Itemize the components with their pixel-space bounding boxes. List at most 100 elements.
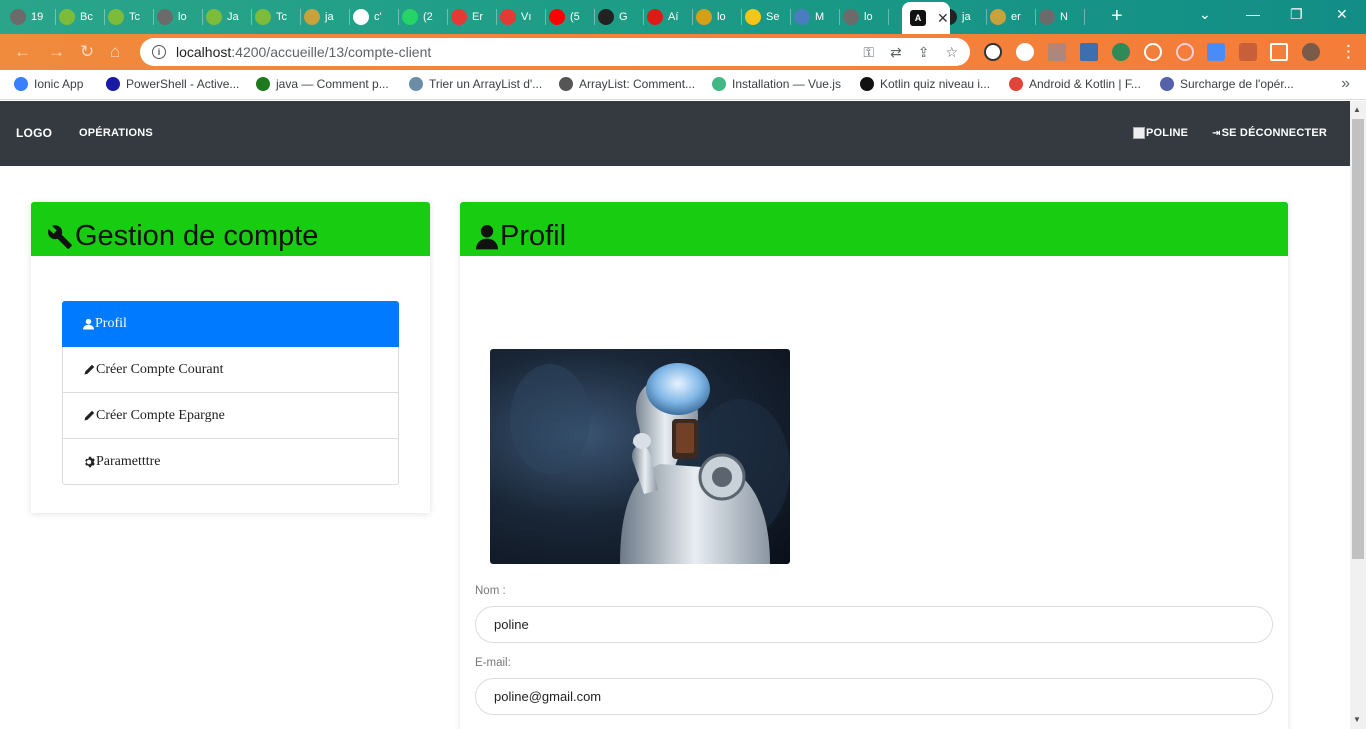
tab-separator bbox=[153, 9, 154, 25]
close-tab-icon[interactable]: ✕ bbox=[937, 10, 949, 27]
user-link[interactable]: POLINE bbox=[1133, 127, 1188, 139]
menu-dots-icon[interactable]: ⋮ bbox=[1340, 42, 1357, 62]
bookmark-item[interactable]: Installation — Vue.js bbox=[712, 77, 841, 91]
scrollbar-thumb[interactable] bbox=[1352, 119, 1364, 559]
name-input[interactable] bbox=[475, 606, 1273, 643]
extension-icon[interactable] bbox=[1080, 43, 1098, 61]
forward-icon[interactable]: → bbox=[48, 42, 65, 62]
tab-search-icon[interactable]: ⌄ bbox=[1199, 6, 1211, 23]
browser-tab[interactable]: ja bbox=[304, 4, 347, 30]
browser-tab[interactable]: N bbox=[1039, 4, 1082, 30]
browser-tab[interactable]: lo bbox=[157, 4, 200, 30]
tab-favicon-icon bbox=[59, 9, 75, 25]
tab-separator bbox=[594, 9, 595, 25]
google-translate-icon[interactable] bbox=[1207, 43, 1225, 61]
close-window-button[interactable]: ✕ bbox=[1336, 6, 1348, 23]
browser-tab[interactable]: Vı bbox=[500, 4, 543, 30]
browser-tab[interactable]: Bc bbox=[59, 4, 102, 30]
extension-icon[interactable] bbox=[1112, 43, 1130, 61]
logo-link[interactable]: LOGO bbox=[16, 126, 52, 140]
browser-tab[interactable]: lo bbox=[843, 4, 886, 30]
browser-tab[interactable]: lo bbox=[696, 4, 739, 30]
browser-tab[interactable]: Aí bbox=[647, 4, 690, 30]
browser-tab[interactable]: Tc bbox=[255, 4, 298, 30]
vue-devtools-icon[interactable] bbox=[1048, 43, 1066, 61]
browser-tab[interactable]: Tc bbox=[108, 4, 151, 30]
email-input[interactable] bbox=[475, 678, 1273, 715]
bookmark-item[interactable]: ArrayList: Comment... bbox=[559, 77, 695, 91]
extension-icon[interactable] bbox=[1176, 43, 1194, 61]
browser-tab[interactable]: Er bbox=[451, 4, 494, 30]
menu-item-profil[interactable]: Profil bbox=[62, 301, 399, 347]
home-icon[interactable]: ⌂ bbox=[110, 42, 120, 62]
address-bar[interactable]: i localhost:4200/accueille/13/compte-cli… bbox=[140, 38, 970, 66]
browser-tab[interactable]: 19 bbox=[10, 4, 53, 30]
browser-tab[interactable]: Ja bbox=[206, 4, 249, 30]
menu-item-creer-compte-courant[interactable]: Créer Compte Courant bbox=[62, 347, 399, 393]
react-devtools-icon[interactable] bbox=[1144, 43, 1162, 61]
tab-label: Bc bbox=[80, 11, 93, 23]
puzzle-icon[interactable] bbox=[1239, 43, 1257, 61]
logout-link[interactable]: ⇥ SE DÉCONNECTER bbox=[1212, 127, 1327, 139]
browser-tab[interactable]: c' bbox=[353, 4, 396, 30]
bookmarks-bar: Ionic App PowerShell - Active... java — Co… bbox=[0, 70, 1366, 100]
profile-avatar[interactable] bbox=[1302, 43, 1320, 61]
browser-tab[interactable]: (2 bbox=[402, 4, 445, 30]
tab-separator bbox=[202, 9, 203, 25]
tab-label: M bbox=[815, 11, 825, 23]
page-scrollbar[interactable]: ▲ ▼ bbox=[1350, 101, 1366, 729]
operations-link[interactable]: OPÉRATIONS bbox=[79, 127, 153, 139]
minimize-button[interactable]: — bbox=[1246, 6, 1260, 22]
scroll-down-arrow-icon[interactable]: ▼ bbox=[1353, 715, 1361, 724]
browser-tab[interactable]: G bbox=[598, 4, 641, 30]
bookmark-favicon-icon bbox=[14, 77, 28, 91]
browser-tab[interactable]: M bbox=[794, 4, 837, 30]
extension-icon[interactable] bbox=[1016, 43, 1034, 61]
tab-separator bbox=[839, 9, 840, 25]
menu-item-label: Créer Compte Epargne bbox=[96, 407, 225, 423]
bookmark-item[interactable]: Trier un ArrayList d'... bbox=[409, 77, 542, 91]
bookmarks-more-button[interactable]: » bbox=[1341, 75, 1350, 93]
active-tab[interactable]: A ✕ bbox=[902, 2, 950, 34]
new-tab-button[interactable]: + bbox=[1111, 6, 1123, 26]
bookmark-label: PowerShell - Active... bbox=[126, 77, 240, 91]
browser-tab[interactable]: Se bbox=[745, 4, 788, 30]
translate-icon[interactable]: ⇄ bbox=[890, 44, 902, 61]
menu-item-label: Parametttre bbox=[96, 453, 161, 469]
star-icon[interactable]: ☆ bbox=[945, 44, 958, 61]
extension-icon[interactable] bbox=[984, 43, 1002, 61]
url-text[interactable]: localhost:4200/accueille/13/compte-clien… bbox=[176, 44, 431, 60]
bookmark-item[interactable]: Kotlin quiz niveau i... bbox=[860, 77, 990, 91]
bookmark-item[interactable]: Surcharge de l'opér... bbox=[1160, 77, 1294, 91]
reload-icon[interactable]: ↻ bbox=[80, 42, 94, 62]
bookmark-favicon-icon bbox=[712, 77, 726, 91]
tab-label: Tc bbox=[129, 11, 140, 23]
menu-item-creer-compte-epargne[interactable]: Créer Compte Epargne bbox=[62, 393, 399, 439]
site-info-icon[interactable]: i bbox=[152, 45, 166, 59]
browser-tab[interactable]: (5 bbox=[549, 4, 592, 30]
tab-separator bbox=[692, 9, 693, 25]
menu-item-parametttre[interactable]: Parametttre bbox=[62, 439, 399, 485]
bookmark-item[interactable]: java — Comment p... bbox=[256, 77, 389, 91]
bookmark-item[interactable]: Android & Kotlin | F... bbox=[1009, 77, 1141, 91]
bookmark-favicon-icon bbox=[559, 77, 573, 91]
account-management-title: Gestion de compte bbox=[47, 220, 318, 253]
bookmark-label: Surcharge de l'opér... bbox=[1180, 77, 1294, 91]
app-navbar: LOGO OPÉRATIONS POLINE ⇥ SE DÉCONNECTER bbox=[0, 101, 1350, 166]
bookmark-item[interactable]: Ionic App bbox=[14, 77, 83, 91]
tab-label: lo bbox=[864, 11, 873, 23]
bookmark-item[interactable]: PowerShell - Active... bbox=[106, 77, 239, 91]
broken-image-icon bbox=[1133, 127, 1145, 139]
tab-label: ja bbox=[962, 11, 971, 23]
bookmark-label: Kotlin quiz niveau i... bbox=[880, 77, 991, 91]
key-icon[interactable]: ⚿ bbox=[863, 44, 874, 61]
email-label: E-mail: bbox=[475, 657, 511, 669]
share-icon[interactable]: ⇪ bbox=[918, 44, 930, 61]
back-icon[interactable]: ← bbox=[14, 42, 31, 62]
sidepanel-icon[interactable] bbox=[1270, 43, 1288, 61]
browser-tab[interactable]: er bbox=[990, 4, 1033, 30]
scroll-up-arrow-icon[interactable]: ▲ bbox=[1353, 105, 1361, 114]
logout-label: SE DÉCONNECTER bbox=[1221, 127, 1328, 139]
maximize-button[interactable]: ❐ bbox=[1290, 6, 1303, 23]
tab-favicon-icon bbox=[255, 9, 271, 25]
